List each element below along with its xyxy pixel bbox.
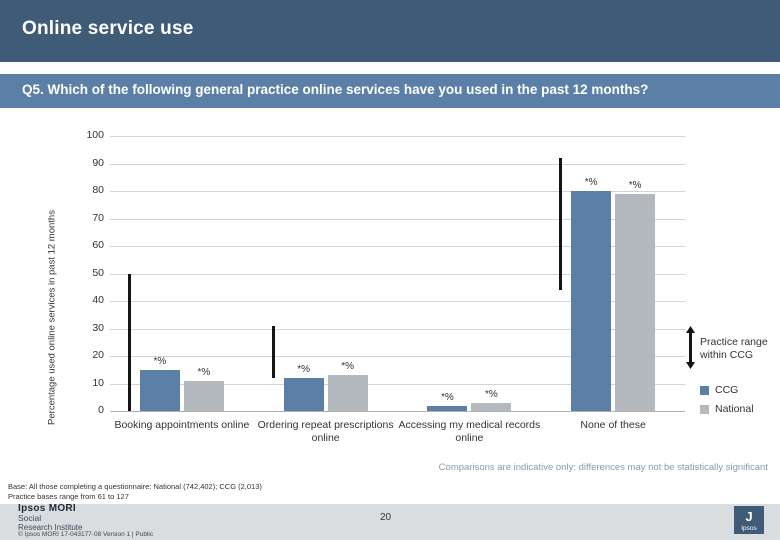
legend-swatch bbox=[700, 385, 709, 395]
legend-swatch bbox=[700, 404, 709, 414]
title-bar: Online service use bbox=[0, 0, 780, 62]
y-axis-tick-label: 30 bbox=[92, 321, 104, 334]
y-axis-tick-label: 60 bbox=[92, 239, 104, 251]
practice-range-line bbox=[559, 158, 563, 290]
ipsos-badge-mark: J bbox=[745, 509, 753, 524]
y-axis-tick-label: 40 bbox=[92, 294, 104, 306]
bar-ccg bbox=[427, 405, 468, 411]
y-axis-tick-label: 0 bbox=[98, 404, 104, 416]
bar-value-label: *% bbox=[484, 388, 498, 400]
base-note-line2: Practice bases range from 61 to 127 bbox=[8, 492, 129, 501]
bar-value-label: *% bbox=[628, 179, 642, 191]
y-axis-title: Percentage used online services in past … bbox=[46, 210, 58, 425]
subtitle-bar: Q5. Which of the following general pract… bbox=[0, 74, 780, 108]
base-note: Base: All those completing a questionnai… bbox=[8, 482, 262, 502]
bar-value-label: *% bbox=[153, 355, 167, 367]
legend-item: National bbox=[700, 403, 754, 415]
x-axis-category-label: Accessing my medical records online bbox=[398, 419, 541, 444]
x-axis-category-label: None of these bbox=[580, 419, 646, 431]
bar-value-label: *% bbox=[197, 366, 211, 378]
practice-range-label-line1: Practice range bbox=[700, 336, 768, 348]
question-text: Q5. Which of the following general pract… bbox=[22, 82, 649, 97]
practice-range-label-line2: within CCG bbox=[700, 348, 754, 361]
gridline bbox=[110, 411, 685, 412]
legend-item: CCG bbox=[700, 384, 754, 396]
y-axis-tick-label: 10 bbox=[92, 376, 104, 389]
y-axis-tick-label: 80 bbox=[92, 184, 104, 196]
practice-range-label: Practice range within CCG bbox=[700, 336, 780, 361]
chart-legend: CCG National bbox=[700, 384, 754, 422]
plot-area: *% *% Booking appointments online *% *% Order… bbox=[110, 136, 685, 444]
practice-range-line bbox=[127, 273, 131, 411]
y-axis-tick-label: 100 bbox=[86, 129, 104, 141]
chart-container: Percentage used online services in past … bbox=[0, 112, 780, 457]
x-axis-category-label: Ordering repeat prescriptions online bbox=[257, 419, 394, 444]
bar-ccg bbox=[139, 369, 180, 411]
page-number: 20 bbox=[380, 512, 392, 523]
y-axis-tick-label: 50 bbox=[92, 266, 104, 279]
comparison-note: Comparisons are indicative only: differe… bbox=[438, 462, 768, 473]
x-axis-category-label: Booking appointments online bbox=[114, 419, 250, 431]
y-axis-tick-label: 90 bbox=[92, 156, 104, 169]
base-note-line1: Base: All those completing a questionnai… bbox=[8, 482, 262, 491]
bar-ccg bbox=[571, 191, 612, 411]
bar-national bbox=[183, 380, 224, 411]
ipsos-badge: J Ipsos bbox=[734, 506, 764, 534]
bar-national bbox=[471, 402, 512, 411]
y-axis-ticks: 0 10 20 30 40 50 60 70 80 90 100 bbox=[62, 129, 104, 416]
y-axis-tick-label: 70 bbox=[92, 211, 104, 224]
legend-label: National bbox=[715, 403, 754, 415]
practice-range-arrow-icon bbox=[686, 326, 695, 369]
bar-value-label: *% bbox=[341, 361, 355, 373]
bar-national bbox=[615, 193, 656, 411]
ipsos-logo-line2: Social bbox=[18, 512, 42, 523]
copyright-text: © Ipsos MORI 17-043177-08 Version 1 | Pu… bbox=[18, 531, 154, 538]
gridline bbox=[110, 136, 685, 137]
y-axis-tick-label: 20 bbox=[92, 349, 104, 361]
ipsos-badge-text: Ipsos bbox=[741, 525, 757, 532]
gridline bbox=[110, 163, 685, 165]
ipsos-logo: Ipsos MORI Social Research Institute bbox=[18, 504, 82, 533]
practice-range-line bbox=[271, 325, 275, 378]
page-title: Online service use bbox=[22, 18, 194, 39]
bar-national bbox=[327, 375, 368, 411]
legend-label: CCG bbox=[715, 384, 739, 396]
bar-ccg bbox=[283, 378, 324, 411]
